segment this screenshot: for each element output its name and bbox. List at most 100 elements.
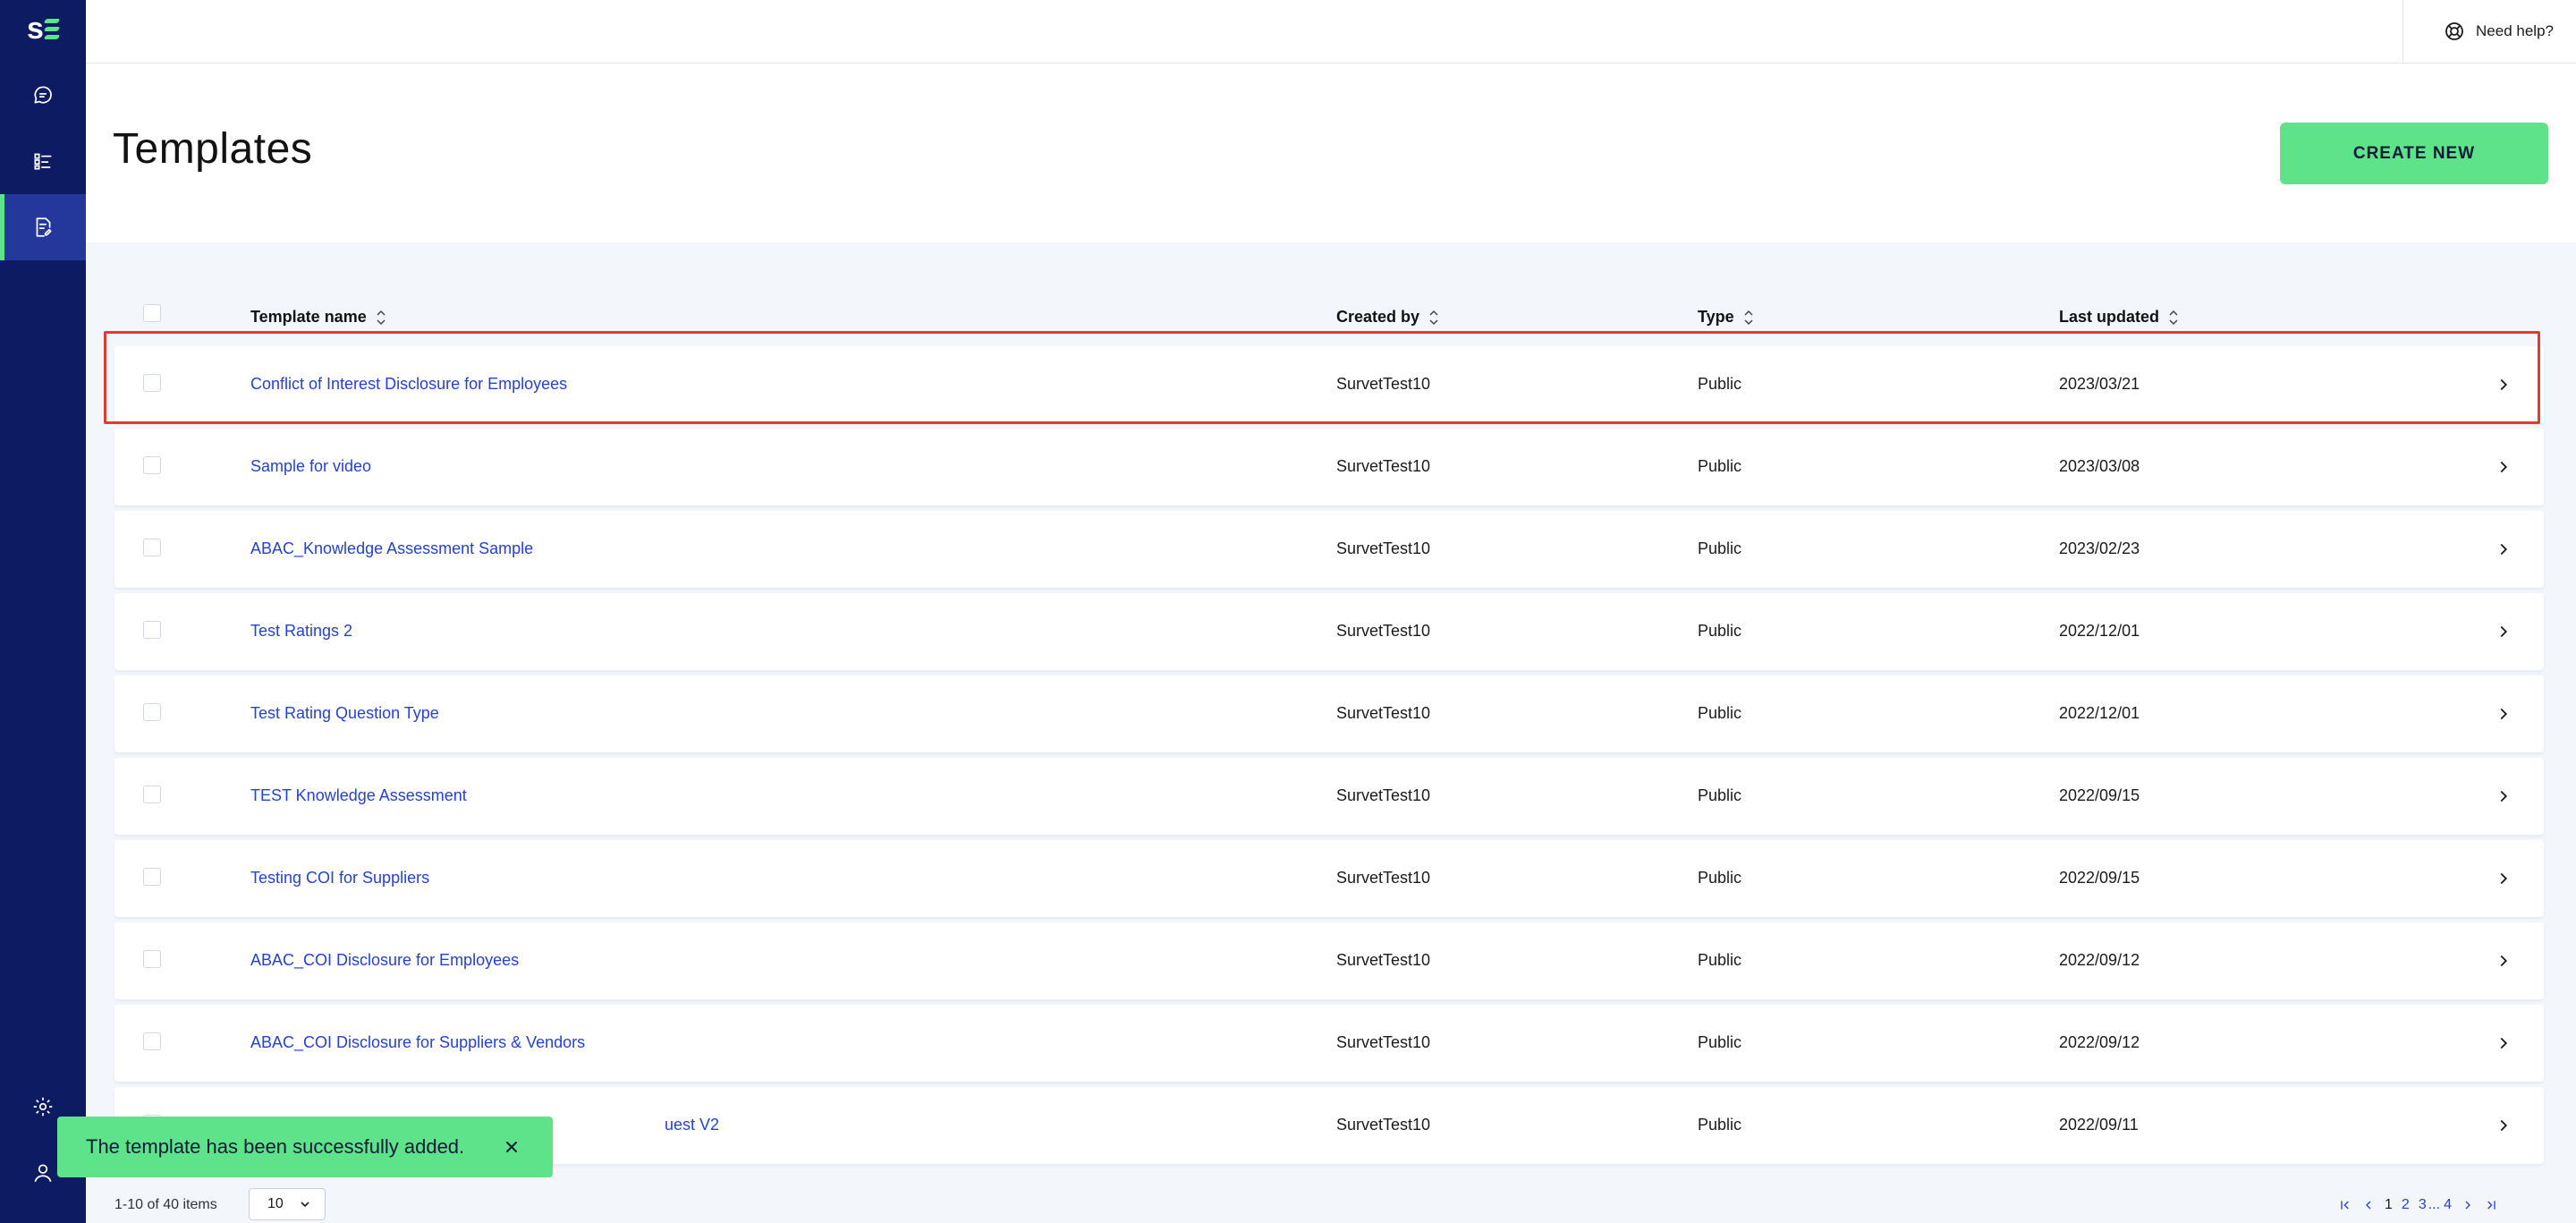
type-cell: Public — [1698, 951, 1742, 969]
last-updated-cell: 2022/09/15 — [2059, 869, 2140, 887]
table-row[interactable]: Sample for video SurvetTest10 Public 202… — [114, 429, 2544, 505]
type-cell: Public — [1698, 1033, 1742, 1051]
row-checkbox[interactable] — [143, 621, 161, 639]
chevron-right-icon[interactable] — [2494, 375, 2513, 395]
sidebar: s — [0, 0, 86, 1223]
sort-icon — [1744, 310, 1753, 325]
created-by-cell: SurvetTest10 — [1336, 786, 1431, 804]
chevron-right-icon[interactable] — [2494, 457, 2513, 477]
template-name-link[interactable]: ABAC_Knowledge Assessment Sample — [250, 539, 533, 558]
template-name-link[interactable]: Test Rating Question Type — [250, 704, 439, 723]
template-name-link[interactable]: Sample for video — [250, 457, 371, 476]
table-row[interactable]: ABAC_Knowledge Assessment Sample SurvetT… — [114, 511, 2544, 588]
page-size-select[interactable]: 10 — [249, 1188, 326, 1220]
sidebar-item-templates[interactable] — [0, 194, 86, 260]
template-name-link[interactable]: Conflict of Interest Disclosure for Empl… — [250, 375, 567, 394]
top-bar: Need help? — [86, 0, 2576, 64]
column-label: Created by — [1336, 308, 1420, 326]
created-by-cell: SurvetTest10 — [1336, 1033, 1431, 1051]
chevron-right-icon[interactable] — [2494, 1033, 2513, 1053]
row-checkbox[interactable] — [143, 703, 161, 721]
page-title: Templates — [113, 125, 313, 173]
page-3[interactable]: 3 — [2419, 1197, 2427, 1213]
page-4[interactable]: 4 — [2444, 1197, 2452, 1213]
table-row[interactable]: ABAC_COI Disclosure for Employees Survet… — [114, 922, 2544, 999]
table-row[interactable]: ABAC_COI Disclosure for Suppliers & Vend… — [114, 1005, 2544, 1082]
logo-mark — [43, 16, 61, 41]
sidebar-item-chat[interactable] — [0, 62, 86, 128]
row-checkbox[interactable] — [143, 868, 161, 886]
column-header-last-updated[interactable]: Last updated — [2059, 308, 2179, 327]
sidebar-item-surveys[interactable] — [0, 128, 86, 194]
last-updated-cell: 2023/02/23 — [2059, 539, 2140, 557]
table-row[interactable]: Testing COI for Suppliers SurvetTest10 P… — [114, 840, 2544, 917]
chevron-right-icon[interactable] — [2494, 1116, 2513, 1135]
user-icon — [34, 1164, 52, 1183]
type-cell: Public — [1698, 869, 1742, 887]
type-cell: Public — [1698, 457, 1742, 475]
type-cell: Public — [1698, 786, 1742, 804]
created-by-cell: SurvetTest10 — [1336, 457, 1431, 475]
row-checkbox[interactable] — [143, 1032, 161, 1050]
pagination: 1 2 3 ... 4 — [2338, 1193, 2498, 1217]
gear-icon — [33, 1097, 53, 1117]
created-by-cell: SurvetTest10 — [1336, 1116, 1431, 1134]
last-updated-cell: 2022/12/01 — [2059, 622, 2140, 640]
template-name-link[interactable]: TEST Knowledge Assessment — [250, 786, 467, 805]
items-count: 1-10 of 40 items — [114, 1197, 217, 1212]
template-name-link[interactable]: uest V2 — [665, 1116, 719, 1134]
chevron-right-icon[interactable] — [2494, 622, 2513, 641]
chevron-right-icon[interactable] — [2494, 704, 2513, 724]
template-name-link[interactable]: Testing COI for Suppliers — [250, 869, 429, 888]
row-checkbox[interactable] — [143, 786, 161, 803]
select-all-checkbox[interactable] — [143, 304, 161, 322]
first-page-icon[interactable] — [2338, 1198, 2352, 1212]
next-page-icon[interactable] — [2461, 1198, 2475, 1212]
last-updated-cell: 2022/12/01 — [2059, 704, 2140, 722]
row-checkbox[interactable] — [143, 374, 161, 392]
last-updated-cell: 2022/09/12 — [2059, 951, 2140, 969]
column-label: Type — [1698, 308, 1734, 326]
template-name-link[interactable]: Test Ratings 2 — [250, 622, 352, 641]
logo-letter: s — [27, 11, 44, 46]
need-help-label: Need help? — [2476, 22, 2554, 39]
checklist-icon — [34, 153, 52, 170]
chevron-right-icon[interactable] — [2494, 869, 2513, 888]
page-ellipsis: ... — [2428, 1197, 2441, 1212]
chat-bubble-icon — [34, 86, 52, 104]
row-checkbox[interactable] — [143, 539, 161, 556]
row-checkbox[interactable] — [143, 950, 161, 968]
chevron-right-icon[interactable] — [2494, 951, 2513, 971]
close-icon[interactable] — [501, 1136, 522, 1158]
table-footer: 1-10 of 40 items 10 1 2 3 ... 4 — [86, 1183, 2576, 1223]
column-header-created-by[interactable]: Created by — [1336, 308, 1439, 327]
chevron-right-icon[interactable] — [2494, 539, 2513, 559]
table-row[interactable]: Test Ratings 2 SurvetTest10 Public 2022/… — [114, 593, 2544, 670]
row-checkbox[interactable] — [143, 456, 161, 474]
app-logo[interactable]: s — [20, 11, 66, 47]
type-cell: Public — [1698, 375, 1742, 393]
create-new-button[interactable]: CREATE NEW — [2280, 123, 2548, 184]
template-name-link[interactable]: ABAC_COI Disclosure for Employees — [250, 951, 519, 970]
last-updated-cell: 2022/09/15 — [2059, 786, 2140, 804]
last-updated-cell: 2022/09/12 — [2059, 1033, 2140, 1051]
page-2[interactable]: 2 — [2402, 1197, 2410, 1213]
column-header-template-name[interactable]: Template name — [250, 308, 386, 327]
table-row[interactable]: Test Rating Question Type SurvetTest10 P… — [114, 675, 2544, 752]
document-edit-icon — [36, 217, 52, 237]
last-page-icon[interactable] — [2484, 1198, 2498, 1212]
chevron-down-icon — [301, 1202, 309, 1208]
success-toast: The template has been successfully added… — [57, 1117, 553, 1177]
table-row[interactable]: Conflict of Interest Disclosure for Empl… — [114, 346, 2544, 423]
template-name-link[interactable]: ABAC_COI Disclosure for Suppliers & Vend… — [250, 1033, 585, 1052]
chevron-right-icon[interactable] — [2494, 786, 2513, 806]
page-1[interactable]: 1 — [2385, 1197, 2393, 1213]
need-help-button[interactable]: Need help? — [2402, 0, 2576, 63]
lifebuoy-icon — [2445, 22, 2463, 40]
table-row[interactable]: TEST Knowledge Assessment SurvetTest10 P… — [114, 758, 2544, 835]
sort-icon — [377, 310, 386, 325]
column-header-type[interactable]: Type — [1698, 308, 1754, 327]
prev-page-icon[interactable] — [2361, 1198, 2376, 1212]
page-size-value: 10 — [267, 1196, 284, 1211]
created-by-cell: SurvetTest10 — [1336, 375, 1431, 393]
